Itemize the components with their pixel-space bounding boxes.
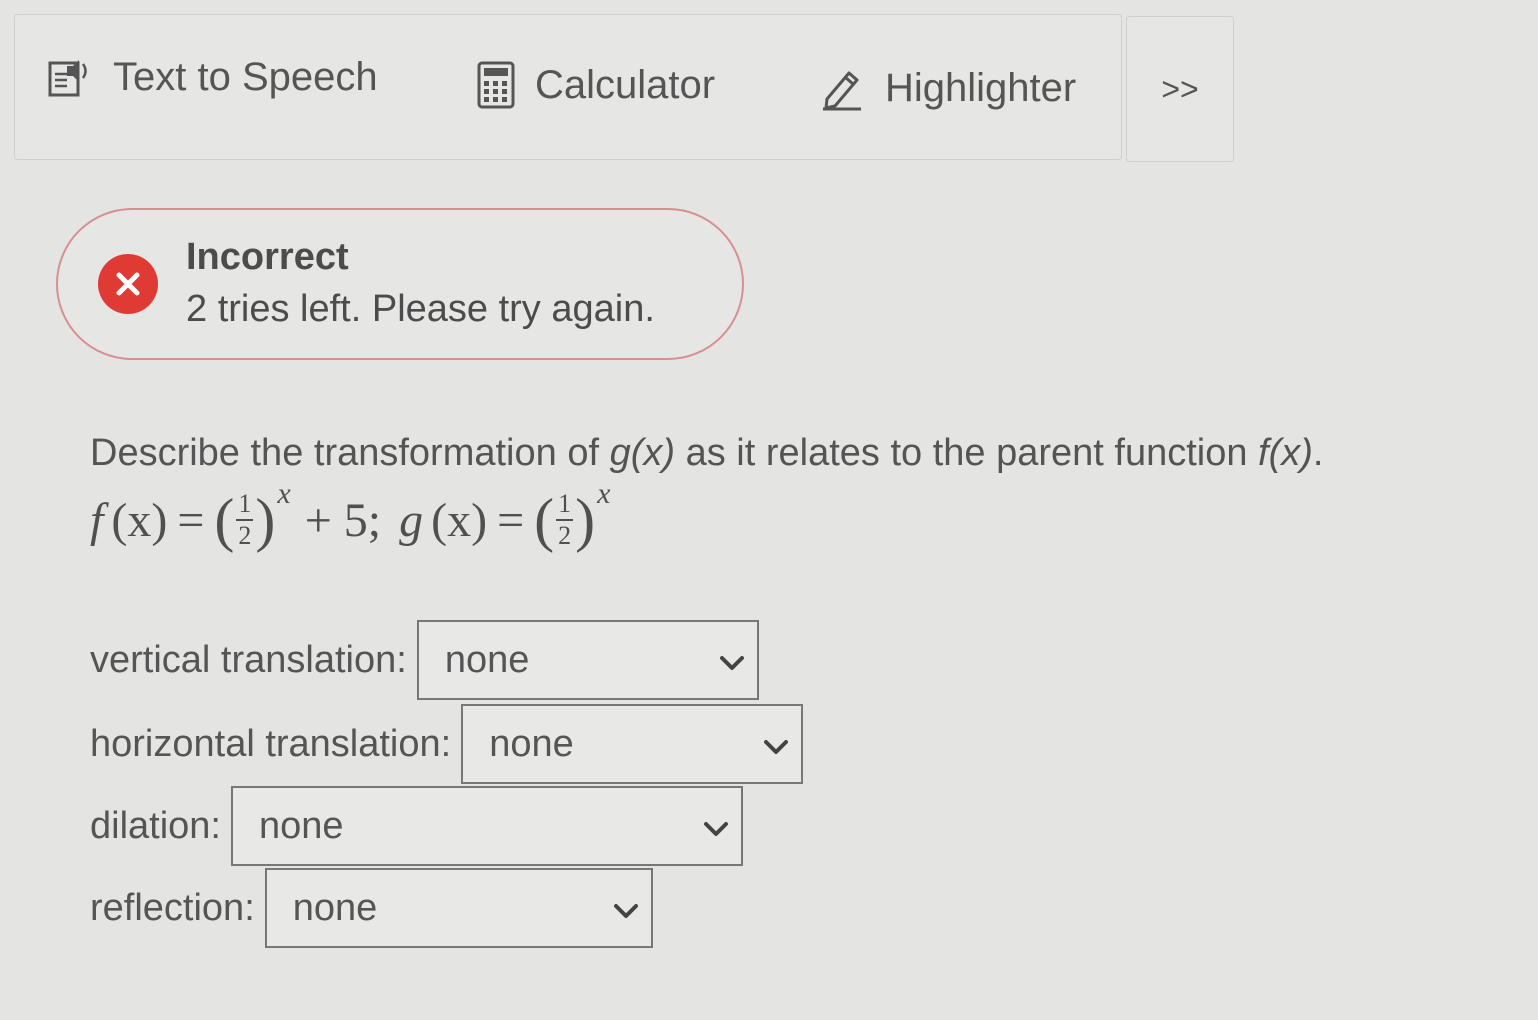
select-value: none (444, 638, 530, 681)
more-tools-button[interactable]: >> (1126, 16, 1234, 162)
fraction-numerator: 1 (556, 491, 574, 521)
select-value: none (292, 886, 378, 929)
g-function-label: g(x) (609, 432, 676, 474)
text-to-speech-label: Text to Speech (113, 55, 378, 99)
f-function-label: f(x) (1258, 432, 1313, 474)
feedback-message: 2 tries left. Please try again. (186, 288, 655, 330)
horizontal-translation-row: horizontal translation: none (90, 704, 804, 784)
f-rest: + 5; (304, 493, 382, 547)
prompt-text-end: . (1312, 432, 1324, 474)
prompt-text-middle: as it relates to the parent function (675, 432, 1259, 474)
calculator-icon (477, 61, 515, 109)
speaker-document-icon (47, 56, 93, 100)
reflection-row: reflection: none (90, 868, 653, 948)
select-value: none (489, 722, 574, 765)
feedback-banner: Incorrect 2 tries left. Please try again… (56, 208, 744, 360)
fraction: 1 2 (556, 491, 574, 550)
highlighter-button[interactable]: Highlighter (819, 65, 1076, 111)
exponent: x (597, 477, 611, 510)
reflection-label: reflection: (90, 886, 255, 929)
vertical-translation-label: vertical translation: (90, 638, 407, 681)
fraction: 1 2 (236, 491, 254, 550)
dilation-row: dilation: none (90, 786, 743, 866)
question-prompt: Describe the transformation of g(x) as i… (90, 432, 1323, 475)
fraction-denominator: 2 (558, 521, 572, 550)
equals-sign: = (497, 493, 525, 547)
f-name: f (90, 493, 104, 547)
close-circle-icon (98, 254, 158, 314)
horizontal-translation-select[interactable]: none (461, 704, 804, 784)
select-value: none (258, 804, 344, 847)
g-arg: (x) (431, 493, 488, 547)
calculator-button[interactable]: Calculator (477, 61, 715, 109)
horizontal-translation-label: horizontal translation: (90, 722, 452, 765)
dilation-select[interactable]: none (230, 786, 743, 866)
dilation-label: dilation: (90, 804, 221, 847)
vertical-translation-row: vertical translation: none (90, 620, 759, 700)
reflection-select[interactable]: none (264, 868, 653, 948)
equation: f (x) = ( 1 2 ) x + 5; g (x) = ( 1 2 ) x (90, 477, 611, 553)
pen-icon (819, 65, 865, 111)
exponent: x (277, 477, 291, 510)
feedback-title: Incorrect (186, 236, 349, 278)
fraction-numerator: 1 (236, 491, 254, 521)
chevron-down-icon (763, 723, 789, 766)
text-to-speech-button[interactable]: Text to Speech (47, 55, 378, 100)
chevron-down-icon (719, 639, 745, 682)
fraction-denominator: 2 (238, 521, 252, 550)
equals-sign: = (177, 493, 205, 547)
prompt-text-start: Describe the transformation of (90, 432, 610, 474)
chevron-down-icon (703, 805, 729, 848)
chevron-down-icon (613, 887, 639, 930)
calculator-label: Calculator (535, 62, 716, 107)
vertical-translation-select[interactable]: none (416, 620, 759, 700)
toolbar: Text to Speech Calculator Highlighter (14, 14, 1122, 160)
g-name: g (399, 493, 424, 547)
more-tools-label: >> (1161, 70, 1199, 107)
f-arg: (x) (111, 493, 168, 547)
highlighter-label: Highlighter (885, 65, 1077, 110)
